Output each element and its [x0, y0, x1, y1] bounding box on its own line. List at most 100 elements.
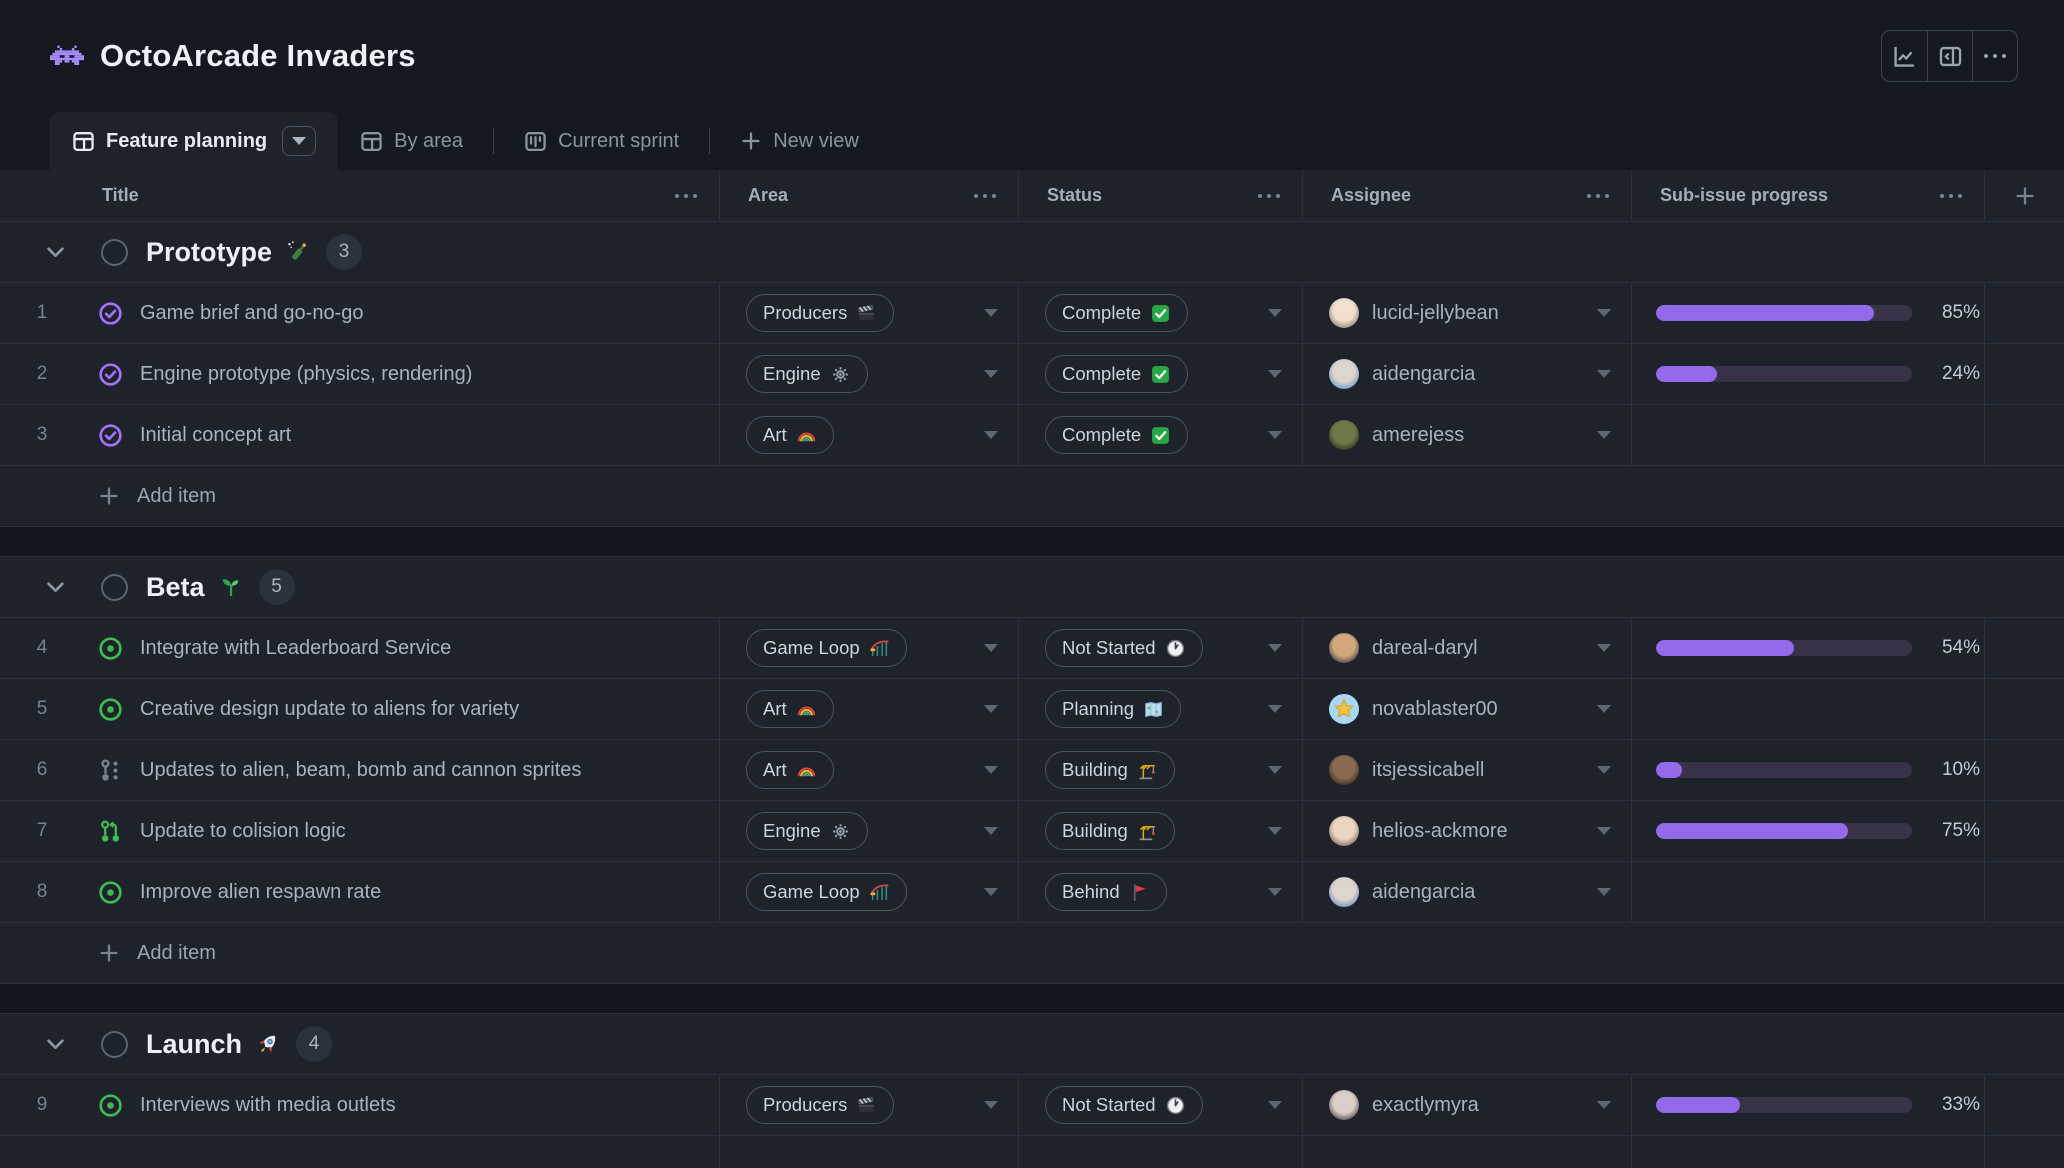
area-cell[interactable]: Game Loop: [720, 862, 1019, 922]
column-menu-icon[interactable]: [974, 194, 996, 198]
more-options-button[interactable]: [1972, 31, 2017, 81]
caret-down-icon[interactable]: [1597, 1101, 1611, 1109]
status-cell[interactable]: Planning: [1019, 679, 1303, 739]
assignee-cell[interactable]: aidengarcia: [1303, 862, 1632, 922]
status-label: Behind: [1062, 881, 1120, 903]
caret-down-icon[interactable]: [1597, 431, 1611, 439]
caret-down-icon[interactable]: [1597, 766, 1611, 774]
caret-down-icon[interactable]: [1268, 1101, 1282, 1109]
caret-down-icon[interactable]: [1597, 644, 1611, 652]
issue-title[interactable]: Improve alien respawn rate: [140, 881, 381, 904]
status-cell[interactable]: Complete: [1019, 344, 1303, 404]
column-header-sub-issue-progress[interactable]: Sub-issue progress: [1632, 170, 1985, 221]
column-header-area[interactable]: Area: [720, 170, 1019, 221]
line-chart-icon: [1892, 44, 1917, 69]
tab-current-sprint[interactable]: Current sprint: [502, 112, 701, 170]
clock-icon: [1165, 1095, 1186, 1116]
table-icon: [72, 130, 95, 153]
issue-title[interactable]: Interviews with media outlets: [140, 1094, 396, 1117]
sub-issue-progress-cell: 54%: [1632, 618, 1985, 678]
issue-title[interactable]: Update to colision logic: [140, 820, 346, 843]
caret-down-icon[interactable]: [1597, 370, 1611, 378]
caret-down-icon[interactable]: [1268, 644, 1282, 652]
area-cell[interactable]: Producers: [720, 283, 1019, 343]
view-options-button[interactable]: [282, 126, 316, 156]
chevron-down-icon[interactable]: [44, 576, 67, 599]
caret-down-icon[interactable]: [1268, 370, 1282, 378]
area-cell[interactable]: Engine: [720, 801, 1019, 861]
caret-down-icon[interactable]: [1597, 705, 1611, 713]
status-cell[interactable]: Not Started: [1019, 618, 1303, 678]
column-header-assignee[interactable]: Assignee: [1303, 170, 1632, 221]
caret-down-icon[interactable]: [984, 827, 998, 835]
assignee-cell[interactable]: amerejess: [1303, 405, 1632, 465]
assignee-cell[interactable]: exactlymyra: [1303, 1075, 1632, 1135]
caret-down-icon[interactable]: [1268, 888, 1282, 896]
issue-title[interactable]: Updates to alien, beam, bomb and cannon …: [140, 759, 581, 782]
caret-down-icon[interactable]: [1268, 705, 1282, 713]
add-item-button[interactable]: Add item: [0, 466, 2064, 527]
column-header-title[interactable]: Title: [0, 170, 720, 221]
area-cell[interactable]: Art: [720, 740, 1019, 800]
caret-down-icon[interactable]: [1268, 309, 1282, 317]
assignee-cell[interactable]: dareal-daryl: [1303, 618, 1632, 678]
area-cell[interactable]: Engine: [720, 344, 1019, 404]
caret-down-icon[interactable]: [984, 766, 998, 774]
insights-button[interactable]: [1882, 31, 1927, 81]
area-cell[interactable]: Art: [720, 405, 1019, 465]
add-column-button[interactable]: [1985, 170, 2064, 221]
caret-down-icon[interactable]: [984, 888, 998, 896]
status-cell[interactable]: Complete: [1019, 283, 1303, 343]
side-panel-button[interactable]: [1927, 31, 1972, 81]
area-cell[interactable]: Producers: [720, 1075, 1019, 1135]
caret-down-icon[interactable]: [1268, 431, 1282, 439]
assignee-cell[interactable]: novablaster00: [1303, 679, 1632, 739]
issue-title[interactable]: Integrate with Leaderboard Service: [140, 637, 451, 660]
status-cell[interactable]: Building: [1019, 740, 1303, 800]
caret-down-icon[interactable]: [1597, 888, 1611, 896]
assignee-cell[interactable]: helios-ackmore: [1303, 801, 1632, 861]
status-cell[interactable]: Building: [1019, 801, 1303, 861]
chevron-down-icon[interactable]: [44, 241, 67, 264]
area-cell[interactable]: Game Loop: [720, 618, 1019, 678]
status-label: Not Started: [1062, 1094, 1156, 1116]
column-header-status[interactable]: Status: [1019, 170, 1303, 221]
column-label: Status: [1047, 185, 1102, 206]
progress-bar: [1656, 305, 1912, 321]
assignee-cell[interactable]: lucid-jellybean: [1303, 283, 1632, 343]
area-cell[interactable]: Art: [720, 679, 1019, 739]
issue-title[interactable]: Creative design update to aliens for var…: [140, 698, 519, 721]
column-menu-icon[interactable]: [1587, 194, 1609, 198]
caret-down-icon[interactable]: [984, 431, 998, 439]
issue-title[interactable]: Game brief and go-no-go: [140, 302, 363, 325]
issue-title[interactable]: Initial concept art: [140, 424, 291, 447]
tab-new-view[interactable]: New view: [718, 112, 881, 170]
caret-down-icon[interactable]: [984, 309, 998, 317]
caret-down-icon[interactable]: [1597, 827, 1611, 835]
assignee-cell[interactable]: aidengarcia: [1303, 344, 1632, 404]
issue-title[interactable]: Engine prototype (physics, rendering): [140, 363, 472, 386]
tab-feature-planning[interactable]: Feature planning: [50, 112, 338, 170]
add-item-button[interactable]: Add item: [0, 923, 2064, 984]
row-number: 8: [0, 881, 84, 903]
caret-down-icon[interactable]: [984, 370, 998, 378]
caret-down-icon[interactable]: [1268, 766, 1282, 774]
caret-down-icon[interactable]: [984, 644, 998, 652]
column-menu-icon[interactable]: [1258, 194, 1280, 198]
status-cell[interactable]: Complete: [1019, 405, 1303, 465]
caret-down-icon[interactable]: [984, 705, 998, 713]
caret-down-icon[interactable]: [1597, 309, 1611, 317]
status-label: Building: [1062, 759, 1128, 781]
assignee-cell[interactable]: itsjessicabell: [1303, 740, 1632, 800]
column-menu-icon[interactable]: [1940, 194, 1962, 198]
ellipsis-icon: [1984, 54, 2006, 58]
chevron-down-icon[interactable]: [44, 1033, 67, 1056]
sub-issue-progress-cell: 33%: [1632, 1075, 1985, 1135]
group-circle-icon: [101, 239, 128, 266]
status-cell[interactable]: Behind: [1019, 862, 1303, 922]
caret-down-icon[interactable]: [984, 1101, 998, 1109]
status-cell[interactable]: Not Started: [1019, 1075, 1303, 1135]
tab-by-area[interactable]: By area: [338, 112, 485, 170]
caret-down-icon[interactable]: [1268, 827, 1282, 835]
column-menu-icon[interactable]: [675, 194, 697, 198]
